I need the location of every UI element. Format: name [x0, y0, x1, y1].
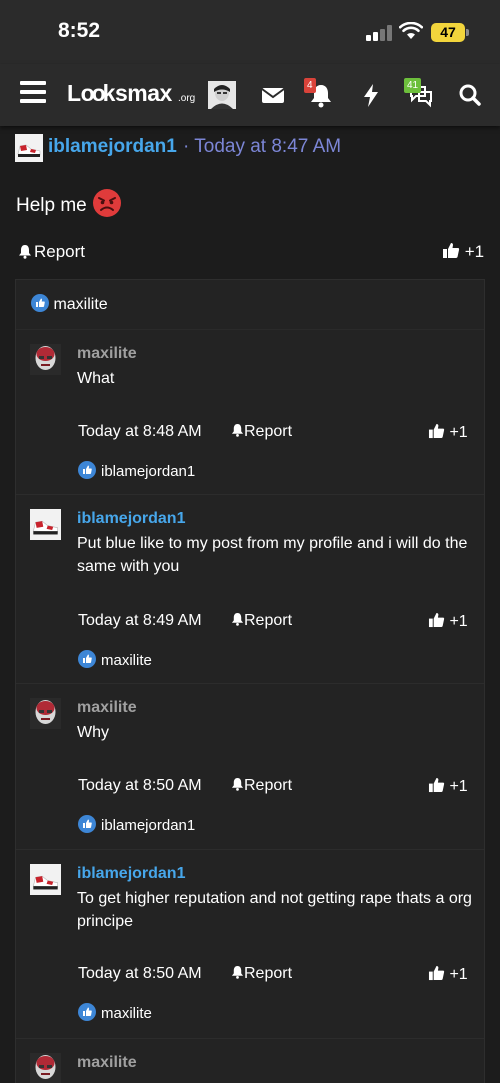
- comment-item: iblamejordan1 Put blue like to my post f…: [16, 495, 484, 684]
- comment-liked-by[interactable]: maxilite: [78, 1003, 152, 1022]
- liker-name: maxilite: [53, 296, 108, 313]
- battery-indicator: 47: [431, 23, 465, 42]
- user-avatar[interactable]: [208, 81, 236, 109]
- wifi-icon: [399, 22, 423, 39]
- report-label: Report: [244, 612, 293, 629]
- comment-text: Put blue like to my post from my profile…: [77, 535, 468, 575]
- like-label: +1: [449, 778, 468, 795]
- comment-avatar[interactable]: [30, 698, 61, 729]
- comment-username[interactable]: maxilite: [77, 345, 137, 363]
- liker-name: maxilite: [101, 652, 152, 669]
- status-bar: 8:52 47: [0, 0, 500, 64]
- bell-icon: [231, 612, 244, 626]
- op-time-text[interactable]: Today at 8:47 AM: [194, 136, 341, 157]
- op-liked-by[interactable]: maxilite: [31, 294, 108, 314]
- comment-username[interactable]: maxilite: [77, 1054, 137, 1072]
- top-navbar: Looksmax .org 4 41: [0, 64, 500, 126]
- like-label: +1: [449, 966, 468, 983]
- comment-like-button[interactable]: +1: [428, 612, 468, 631]
- conversations-badge: 41: [404, 78, 422, 93]
- hamburger-icon[interactable]: [20, 81, 46, 103]
- op-likers-row: maxilite: [16, 280, 484, 330]
- comment-report-link[interactable]: Report: [231, 423, 292, 441]
- like-label: +1: [449, 424, 468, 441]
- op-body-text: Help me: [16, 195, 87, 216]
- op-username[interactable]: iblamejordan1: [48, 136, 177, 158]
- comment-item: iblamejordan1 To get higher reputation a…: [16, 850, 484, 1039]
- angry-face-emoji: [93, 189, 121, 217]
- comment-timestamp[interactable]: Today at 8:49 AM: [78, 612, 202, 630]
- site-logo-suffix: .org: [178, 93, 196, 104]
- comment-username[interactable]: maxilite: [77, 699, 137, 717]
- comment-like-button[interactable]: +1: [428, 965, 468, 984]
- thumbs-up-icon: [443, 243, 460, 258]
- comment-timestamp[interactable]: Today at 8:48 AM: [78, 423, 202, 441]
- like-reaction-icon: [78, 815, 96, 833]
- liker-name: maxilite: [101, 1005, 152, 1022]
- envelope-icon[interactable]: [259, 81, 287, 109]
- op-like-button[interactable]: +1: [442, 242, 484, 262]
- like-label: +1: [449, 613, 468, 630]
- report-label: Report: [244, 777, 293, 794]
- comment-liked-by[interactable]: maxilite: [78, 650, 152, 669]
- comment-liked-by[interactable]: iblamejordan1: [78, 815, 195, 834]
- bell-icon: [231, 965, 244, 979]
- report-label: Report: [34, 242, 86, 261]
- comment-text: Why: [77, 724, 109, 741]
- bell-icon: [19, 245, 31, 259]
- status-time: 8:52: [58, 19, 101, 42]
- battery-tip: [466, 29, 469, 36]
- comment-text: What: [77, 370, 115, 387]
- like-reaction-icon: [31, 294, 49, 312]
- report-label: Report: [244, 965, 293, 982]
- report-label: Report: [244, 423, 293, 440]
- bell-icon: [231, 423, 244, 437]
- comment-item: maxilite Why Today at 8:50 AM Report +1 …: [16, 684, 484, 850]
- comment-username[interactable]: iblamejordan1: [77, 510, 185, 528]
- comment-text: To get higher reputation and not getting…: [77, 890, 472, 930]
- like-reaction-icon: [78, 650, 96, 668]
- like-label: +1: [464, 242, 485, 261]
- liker-name: iblamejordan1: [101, 463, 196, 480]
- thumbs-up-icon: [428, 965, 445, 981]
- thumbs-up-icon: [428, 777, 445, 793]
- comment-report-link[interactable]: Report: [231, 965, 292, 983]
- comment-item: maxilite: [16, 1039, 484, 1083]
- alerts-badge: 4: [304, 78, 316, 93]
- thumbs-up-icon: [428, 423, 445, 439]
- like-reaction-icon: [78, 1003, 96, 1021]
- comments-box: maxilite maxilite What Today at 8:48 AM …: [15, 279, 485, 1083]
- signal-icon: [366, 25, 392, 41]
- op-timestamp[interactable]: · Today at 8:47 AM: [183, 136, 341, 158]
- comment-username[interactable]: iblamejordan1: [77, 865, 185, 883]
- site-logo[interactable]: Looksmax: [67, 80, 172, 107]
- liker-name: iblamejordan1: [101, 817, 196, 834]
- comment-report-link[interactable]: Report: [231, 777, 292, 795]
- search-icon[interactable]: [456, 81, 484, 109]
- comment-like-button[interactable]: +1: [428, 423, 468, 442]
- comment-avatar[interactable]: [30, 344, 61, 375]
- comment-avatar[interactable]: [30, 1053, 61, 1083]
- comment-timestamp[interactable]: Today at 8:50 AM: [78, 965, 202, 983]
- comment-timestamp[interactable]: Today at 8:50 AM: [78, 777, 202, 795]
- comment-item: maxilite What Today at 8:48 AM Report +1…: [16, 330, 484, 495]
- separator: ·: [183, 136, 190, 157]
- comment-avatar[interactable]: [30, 509, 61, 540]
- op-avatar[interactable]: [15, 134, 43, 162]
- lightning-icon[interactable]: [357, 81, 385, 109]
- comment-report-link[interactable]: Report: [231, 612, 292, 630]
- bell-icon: [231, 777, 244, 791]
- like-reaction-icon: [78, 461, 96, 479]
- comment-liked-by[interactable]: iblamejordan1: [78, 461, 195, 480]
- op-report-link[interactable]: Report: [18, 242, 85, 264]
- comment-like-button[interactable]: +1: [428, 777, 468, 796]
- thumbs-up-icon: [428, 612, 445, 628]
- comment-avatar[interactable]: [30, 864, 61, 895]
